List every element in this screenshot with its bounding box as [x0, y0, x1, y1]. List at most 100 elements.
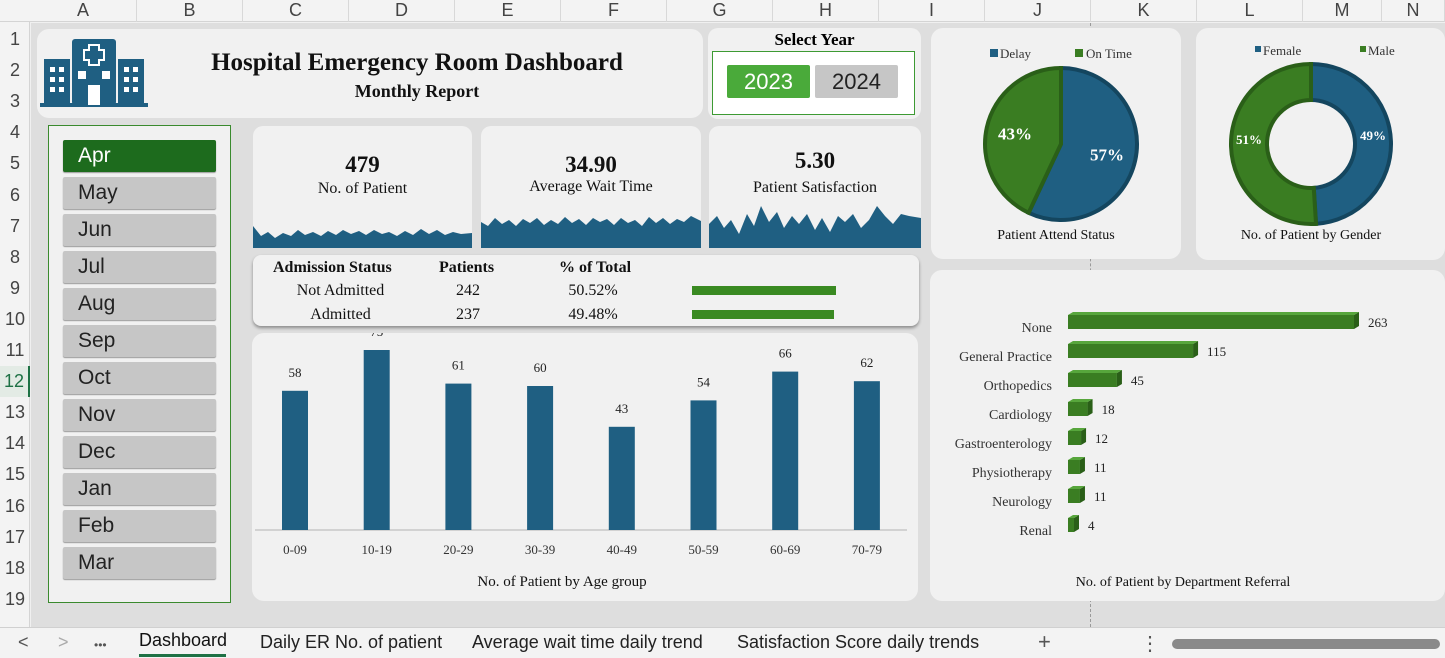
- department-chart-card: None 263 General Practice 115 Orthopedics 45 C…: [930, 270, 1445, 601]
- sheet-tab-dashboard[interactable]: Dashboard: [139, 630, 227, 651]
- dept-bar: [1068, 315, 1354, 329]
- donut-slice-label: 49%: [1360, 128, 1386, 143]
- row-header-1[interactable]: 1: [0, 24, 30, 55]
- column-header-k[interactable]: K: [1091, 0, 1197, 22]
- row-header-7[interactable]: 7: [0, 211, 30, 242]
- age-bar-value: 75: [370, 333, 383, 339]
- dept-bar: [1068, 344, 1194, 358]
- month-button-apr[interactable]: Apr: [63, 140, 216, 172]
- gender-chart-card: Female Male 49% 51% No. of Patient by Gender: [1196, 28, 1445, 260]
- dept-bar-top: [1068, 341, 1199, 344]
- dept-bar-value: 12: [1095, 431, 1108, 446]
- row-header-9[interactable]: 9: [0, 273, 30, 304]
- age-tick-label: 50-59: [688, 542, 718, 557]
- row-header-8[interactable]: 8: [0, 242, 30, 273]
- row-header-14[interactable]: 14: [0, 428, 30, 459]
- column-header-h[interactable]: H: [773, 0, 879, 22]
- pie-slice-label: 57%: [1090, 145, 1124, 164]
- month-button-mar[interactable]: Mar: [63, 547, 216, 579]
- column-header-c[interactable]: C: [243, 0, 349, 22]
- tab-prev-button[interactable]: <: [18, 632, 29, 653]
- row-header-11[interactable]: 11: [0, 335, 30, 366]
- month-button-oct[interactable]: Oct: [63, 362, 216, 394]
- column-header-a[interactable]: A: [30, 0, 137, 22]
- dept-bar-value: 11: [1094, 460, 1107, 475]
- age-bar: [363, 350, 390, 530]
- column-header-n[interactable]: N: [1382, 0, 1445, 22]
- row-header-17[interactable]: 17: [0, 522, 30, 553]
- column-header-d[interactable]: D: [349, 0, 455, 22]
- row-header-3[interactable]: 3: [0, 86, 30, 117]
- row-header-18[interactable]: 18: [0, 553, 30, 584]
- legend-label: Male: [1368, 43, 1395, 58]
- horizontal-scrollbar[interactable]: [1172, 639, 1440, 649]
- age-tick-label: 0-09: [283, 542, 307, 557]
- month-button-may[interactable]: May: [63, 177, 216, 209]
- month-button-jun[interactable]: Jun: [63, 214, 216, 246]
- dashboard-subtitle: Monthly Report: [354, 81, 480, 101]
- sheet-tab-satisfaction[interactable]: Satisfaction Score daily trends: [737, 632, 979, 653]
- dept-bar: [1068, 402, 1088, 416]
- tab-options-button[interactable]: ⋮: [1140, 631, 1160, 656]
- age-chart-title: No. of Patient by Age group: [477, 574, 647, 590]
- column-header-i[interactable]: I: [879, 0, 985, 22]
- admission-row-pct: 49.48%: [568, 306, 618, 323]
- column-header-j[interactable]: J: [985, 0, 1091, 22]
- month-button-sep[interactable]: Sep: [63, 325, 216, 357]
- row-header-6[interactable]: 6: [0, 180, 30, 211]
- dept-category-label: Renal: [1019, 524, 1052, 539]
- row-header-13[interactable]: 13: [0, 397, 30, 428]
- row-header-10[interactable]: 10: [0, 304, 30, 335]
- age-bar-value: 60: [534, 360, 547, 375]
- attend-status-chart-card: Delay On Time 57% 43% Patient Attend Status: [931, 28, 1181, 259]
- month-button-nov[interactable]: Nov: [63, 399, 216, 431]
- admission-row-pct: 50.52%: [568, 282, 618, 299]
- sheet-tab-wait-time[interactable]: Average wait time daily trend: [472, 632, 703, 653]
- kpi-label: Average Wait Time: [529, 178, 653, 195]
- tab-more-button[interactable]: •••: [94, 638, 107, 652]
- dept-chart-title: No. of Patient by Department Referral: [1076, 575, 1291, 590]
- month-button-aug[interactable]: Aug: [63, 288, 216, 320]
- row-header-bar: 1 2 3 4 5 6 7 8 9 10 11 12 13 14 15 16 17 18 19: [0, 22, 30, 627]
- month-button-feb[interactable]: Feb: [63, 510, 216, 542]
- dept-category-label: Gastroenterology: [955, 437, 1052, 452]
- row-header-4[interactable]: 4: [0, 117, 30, 148]
- age-tick-label: 40-49: [607, 542, 637, 557]
- column-header-bar: ABCDEFGHIJKLMN: [0, 0, 1445, 22]
- row-header-15[interactable]: 15: [0, 459, 30, 490]
- year-button-2024[interactable]: 2024: [815, 65, 898, 98]
- legend-swatch: [1360, 46, 1366, 52]
- sheet-tab-daily-er[interactable]: Daily ER No. of patient: [260, 632, 442, 653]
- month-button-jul[interactable]: Jul: [63, 251, 216, 283]
- active-tab-underline: [139, 654, 226, 657]
- tab-next-button[interactable]: >: [58, 632, 69, 653]
- column-header-b[interactable]: B: [137, 0, 243, 22]
- age-group-chart: 58 0-09 75 10-19 61 20-29 60 30-39 43 40-49 54 50-5…: [255, 324, 907, 557]
- age-bar-value: 66: [779, 346, 793, 361]
- kpi-card-wait-time: 34.90 Average Wait Time: [481, 126, 701, 248]
- dept-bar-value: 45: [1131, 373, 1144, 388]
- legend-swatch: [990, 49, 998, 57]
- row-header-5[interactable]: 5: [0, 148, 30, 179]
- dept-bar-top: [1068, 312, 1359, 315]
- column-header-e[interactable]: E: [455, 0, 561, 22]
- row-header-19[interactable]: 19: [0, 584, 30, 615]
- pie-chart-title: Patient Attend Status: [997, 228, 1114, 243]
- dept-category-label: Physiotherapy: [972, 466, 1052, 481]
- row-header-12[interactable]: 12: [0, 366, 30, 398]
- age-bar-value: 58: [289, 365, 302, 380]
- month-slicer: Apr May Jun Jul Aug Sep Oct Nov Dec Jan Feb Mar: [48, 125, 231, 603]
- column-header-f[interactable]: F: [561, 0, 667, 22]
- column-header-m[interactable]: M: [1303, 0, 1382, 22]
- row-header-16[interactable]: 16: [0, 491, 30, 522]
- column-header-l[interactable]: L: [1197, 0, 1303, 22]
- dept-category-label: Orthopedics: [984, 379, 1052, 394]
- age-bar-value: 61: [452, 358, 465, 373]
- row-header-2[interactable]: 2: [0, 55, 30, 86]
- column-header-g[interactable]: G: [667, 0, 773, 22]
- month-button-jan[interactable]: Jan: [63, 473, 216, 505]
- legend-swatch: [1075, 49, 1083, 57]
- add-sheet-button[interactable]: +: [1038, 629, 1051, 655]
- year-button-2023[interactable]: 2023: [727, 65, 810, 98]
- month-button-dec[interactable]: Dec: [63, 436, 216, 468]
